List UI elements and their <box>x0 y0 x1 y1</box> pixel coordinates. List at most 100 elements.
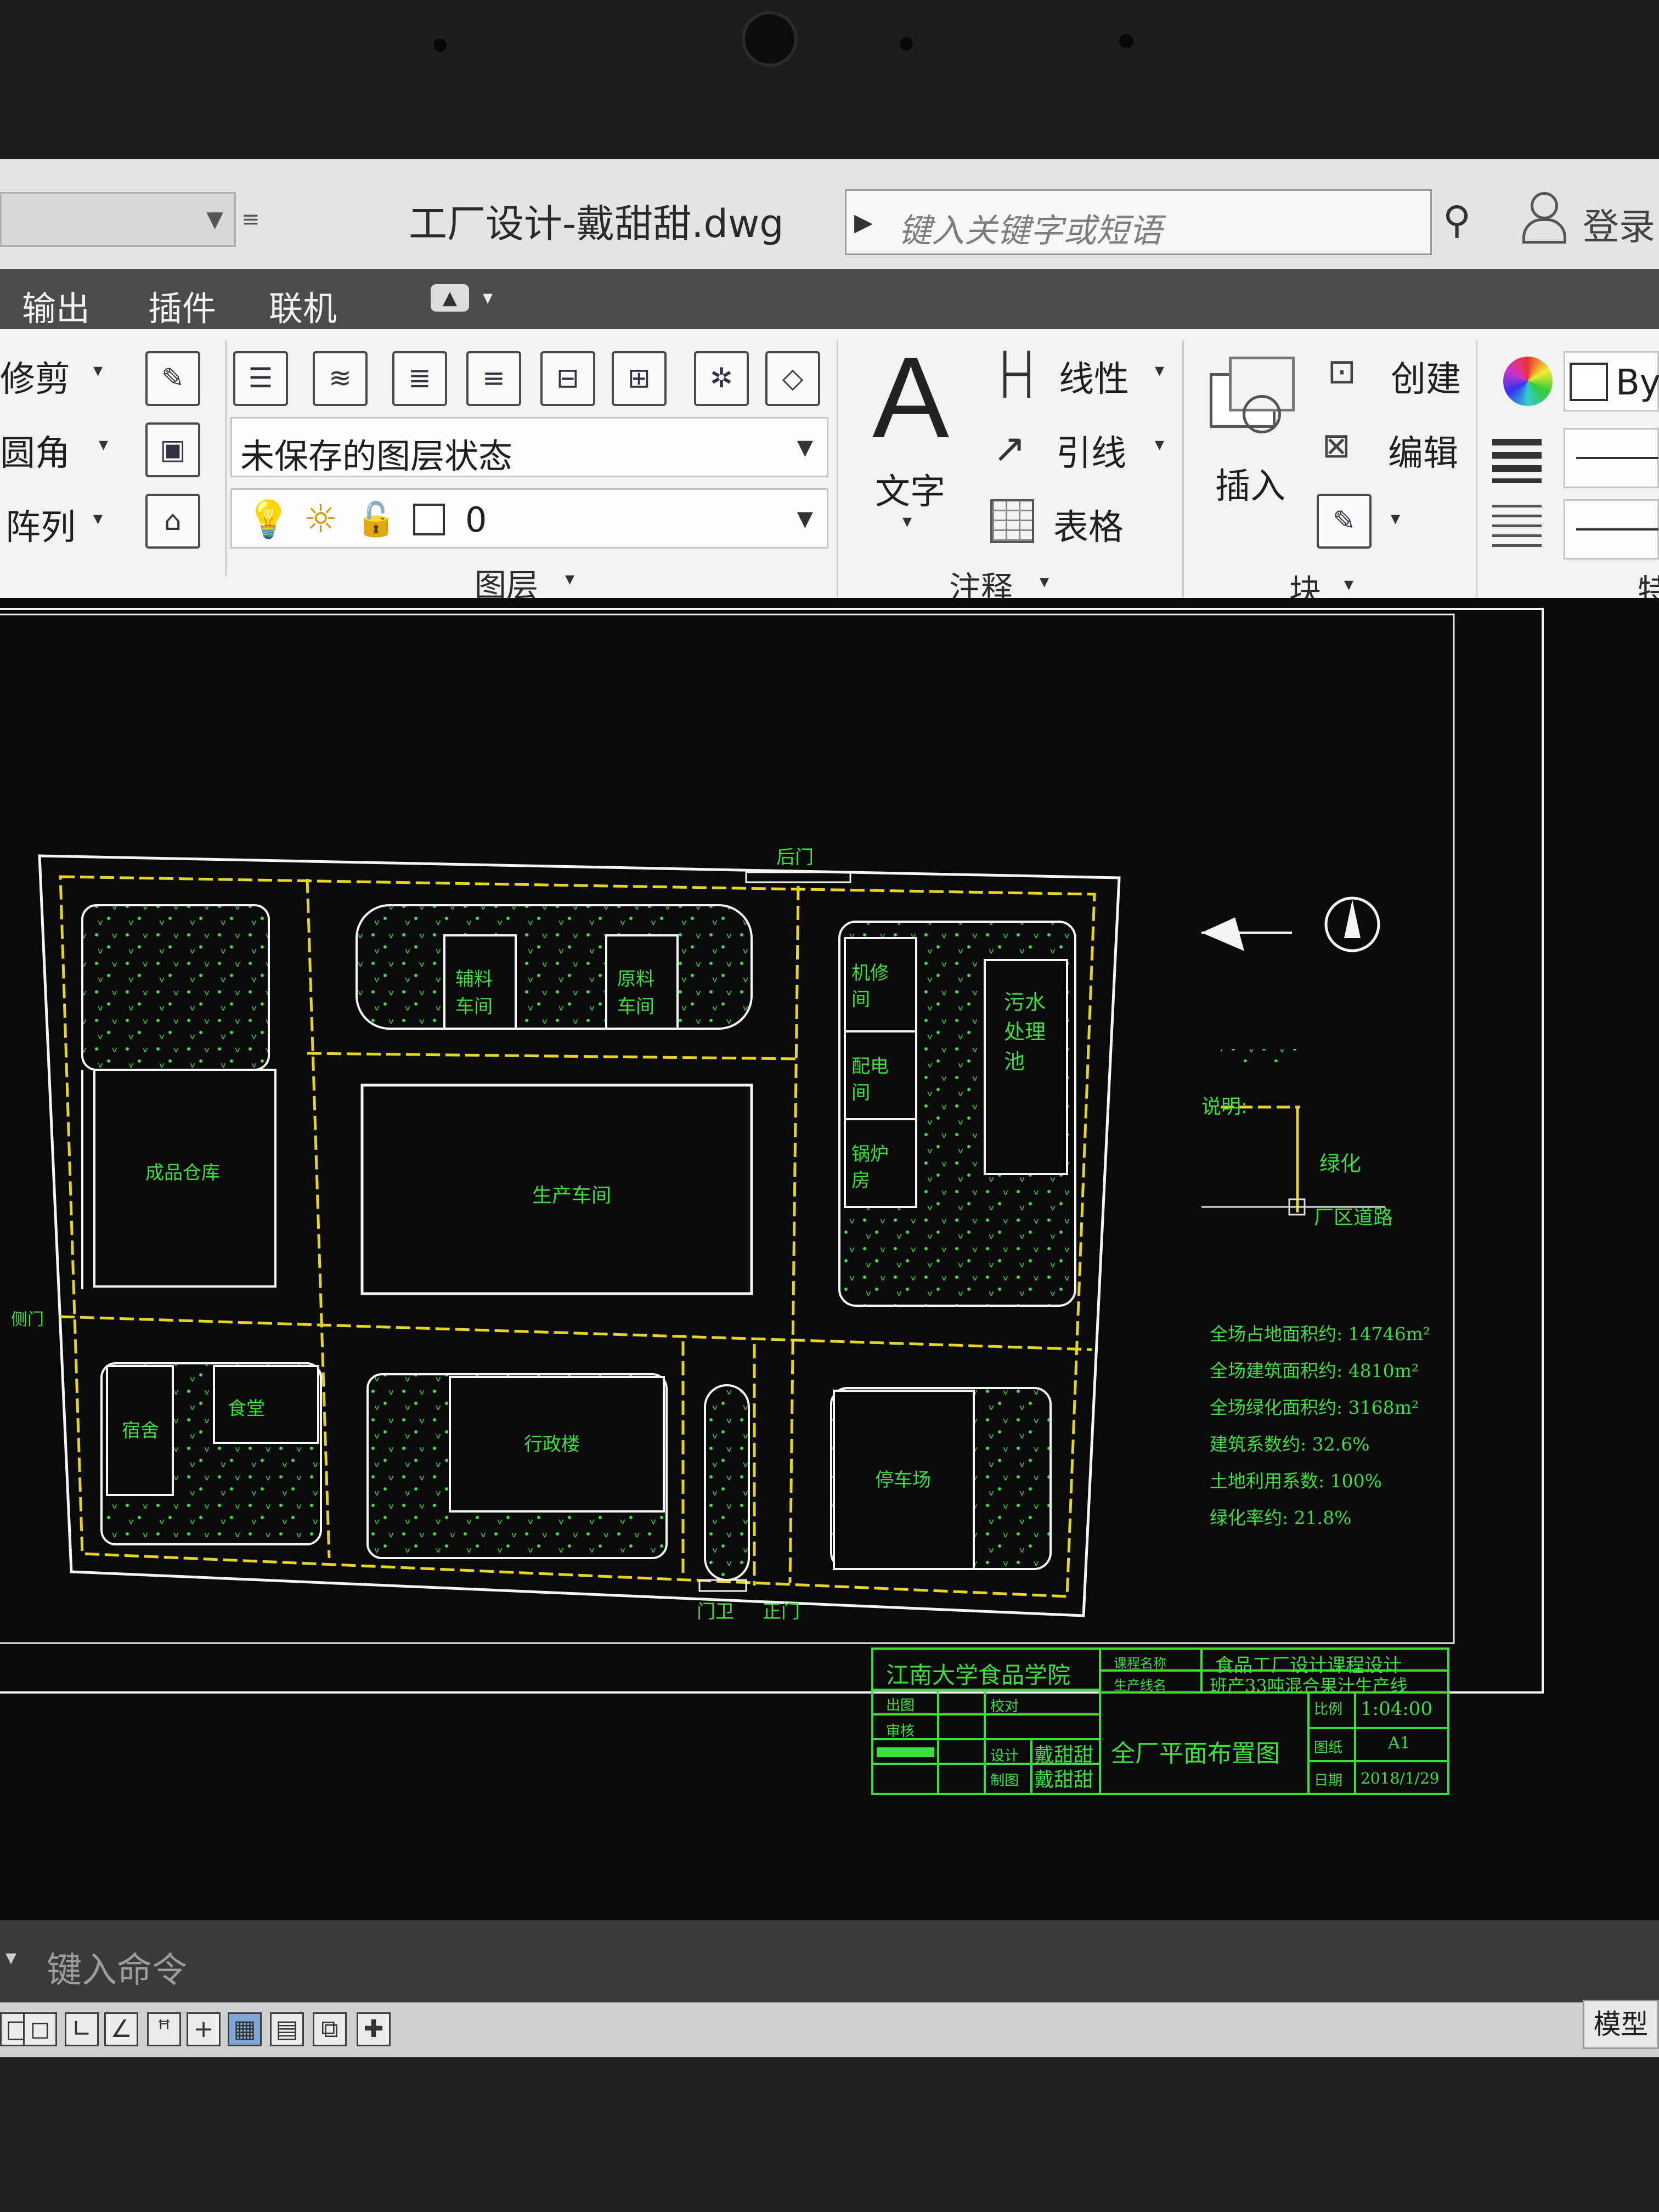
production-label: 生产车间 <box>532 1184 612 1207</box>
qat-menu-icon[interactable]: ≡ <box>241 198 269 241</box>
linetype-dropdown[interactable] <box>1564 499 1659 560</box>
panel-separator <box>225 340 227 576</box>
trim-button[interactable]: 修剪 <box>0 351 70 402</box>
laptop-bezel-top <box>0 0 1659 159</box>
laptop-bezel-bottom <box>0 2057 1659 2212</box>
crosshair-icon[interactable]: + <box>187 2012 221 2046</box>
chevron-down-icon[interactable]: ▾ <box>902 510 912 532</box>
lineweight-toggle-icon[interactable]: ▤ <box>270 2012 304 2046</box>
ribbon-toggle-icon[interactable]: ▲ <box>431 284 469 312</box>
color-dropdown[interactable]: By <box>1564 351 1659 411</box>
layer-off-icon[interactable]: ◇ <box>765 351 820 406</box>
edit-block-icon[interactable]: ⊠ <box>1322 425 1351 465</box>
command-line: ▾ 键入命令 <box>0 1920 1659 2002</box>
chevron-down-icon: ▼ <box>797 435 813 459</box>
chevron-down-icon[interactable]: ▾ <box>565 568 574 590</box>
chevron-down-icon[interactable]: ▾ <box>1040 571 1049 592</box>
panel-separator <box>837 340 838 598</box>
table-icon[interactable] <box>990 499 1034 543</box>
infer-icon[interactable]: ◻ <box>23 2012 57 2046</box>
drawing-name: 全厂平面布置图 <box>1111 1740 1280 1768</box>
unlock-icon: 🔓 <box>356 500 397 539</box>
3d-box-icon[interactable]: ▣ <box>145 422 200 477</box>
insert-block-icon[interactable] <box>1210 357 1295 439</box>
north-arrow-icon <box>1324 896 1380 952</box>
erase-brush-icon[interactable]: ✎ <box>145 351 200 406</box>
camera-dot <box>1119 34 1133 48</box>
side-gate-label: 侧门 <box>11 1310 44 1329</box>
linetype-icon[interactable] <box>1492 505 1542 549</box>
lineweight-icon[interactable] <box>1492 439 1542 483</box>
polar-icon[interactable]: ∠ <box>104 2012 138 2046</box>
layer-properties-icon[interactable]: ☰ <box>233 351 288 406</box>
create-button[interactable]: 创建 <box>1391 351 1461 402</box>
layer-state-icon[interactable]: ≋ <box>313 351 368 406</box>
command-input[interactable]: 键入命令 <box>47 1942 187 1993</box>
stat-line: 全场占地面积约: 14746m² <box>1210 1323 1431 1345</box>
chevron-down-icon[interactable]: ▾ <box>1391 507 1400 529</box>
osnap-icon[interactable]: ꟸ <box>147 2012 181 2046</box>
chevron-down-icon[interactable]: ▾ <box>5 1945 16 1970</box>
ucs-icon[interactable]: ✚ <box>357 2012 391 2046</box>
chevron-down-icon: ▼ <box>797 506 813 531</box>
chevron-down-icon[interactable]: ▾ <box>93 359 103 381</box>
chevron-down-icon[interactable]: ▾ <box>1155 359 1164 381</box>
block-attribute-icon[interactable]: ✎ <box>1317 494 1372 549</box>
search-bar[interactable]: ▶ 键入关键字或短语 <box>845 189 1432 255</box>
stat-line: 绿化率约: 21.8% <box>1210 1507 1352 1528</box>
chevron-down-icon: ▼ <box>206 207 223 232</box>
power-label: 配电间 <box>851 1056 889 1104</box>
selection-cycle-icon[interactable]: ⧉ <box>313 2012 347 2046</box>
panel-separator <box>1476 340 1477 598</box>
menu-output[interactable]: 输出 <box>22 281 90 330</box>
create-block-icon[interactable]: ⊡ <box>1328 351 1356 391</box>
menu-plugins[interactable]: 插件 <box>148 281 216 330</box>
line-name: 班产33吨混合果汁生产线 <box>1210 1675 1408 1696</box>
chevron-down-icon[interactable]: ▾ <box>1344 573 1353 595</box>
search-input[interactable]: 键入关键字或短语 <box>899 204 1162 252</box>
layer-previous-icon[interactable]: ≡ <box>466 351 521 406</box>
chevron-down-icon[interactable]: ▾ <box>99 433 108 455</box>
leader-icon[interactable]: ↗ <box>993 425 1026 471</box>
text-button[interactable]: 文字 <box>875 464 945 514</box>
color-swatch <box>1570 363 1608 401</box>
color-wheel-icon[interactable] <box>1503 357 1553 406</box>
menu-online[interactable]: 联机 <box>269 281 337 330</box>
stat-line: 建筑系数约: 32.6% <box>1210 1434 1370 1455</box>
warehouse-label: 成品仓库 <box>145 1162 220 1184</box>
text-tool-icon[interactable]: A <box>872 340 949 455</box>
drawing-canvas[interactable]: ᵥ ᵥ <box>0 598 1659 1920</box>
grid-display-icon[interactable]: ▦ <box>228 2012 262 2046</box>
ortho-icon[interactable]: ∟ <box>65 2012 99 2046</box>
layer-freeze-icon[interactable]: ✲ <box>694 351 749 406</box>
insert-button[interactable]: 插入 <box>1215 458 1285 509</box>
chevron-down-icon[interactable]: ▾ <box>483 286 493 309</box>
layer-iso-icon[interactable]: ⊟ <box>540 351 595 406</box>
model-tab[interactable]: 模型 <box>1583 2000 1659 2049</box>
stretch-icon[interactable]: ⌂ <box>145 494 200 549</box>
layer-state-dropdown[interactable]: 未保存的图层状态 ▼ <box>230 417 828 477</box>
legend-green-label: 绿化 <box>1319 1152 1362 1176</box>
expand-arrow-icon[interactable]: ▶ <box>854 208 873 236</box>
linear-dimension-icon[interactable]: ├┤ <box>993 351 1041 397</box>
linear-button[interactable]: 线性 <box>1059 351 1129 402</box>
fillet-button[interactable]: 圆角 <box>0 425 70 476</box>
chevron-down-icon[interactable]: ▾ <box>1155 433 1164 455</box>
binoculars-icon[interactable]: ⚲ <box>1443 198 1471 242</box>
date-key: 日期 <box>1314 1773 1343 1789</box>
array-button[interactable]: 阵列 <box>5 499 76 550</box>
line-key: 生产线名 <box>1114 1678 1166 1693</box>
leader-button[interactable]: 引线 <box>1056 425 1126 476</box>
user-icon[interactable] <box>1520 192 1566 244</box>
lineweight-dropdown[interactable] <box>1564 428 1659 488</box>
workspace-dropdown[interactable]: ▼ <box>0 192 236 247</box>
chevron-down-icon[interactable]: ▾ <box>93 507 103 529</box>
current-layer-dropdown[interactable]: 💡 ☼ 🔓 0 ▼ <box>230 488 828 549</box>
layer-match-icon[interactable]: ≣ <box>392 351 447 406</box>
layer-uniso-icon[interactable]: ⊞ <box>612 351 667 406</box>
edit-button[interactable]: 编辑 <box>1388 425 1458 476</box>
panel-separator <box>1182 340 1184 598</box>
bylayer-label: By <box>1616 363 1659 403</box>
login-button[interactable]: 登录 <box>1583 198 1655 250</box>
table-button[interactable]: 表格 <box>1053 499 1124 550</box>
